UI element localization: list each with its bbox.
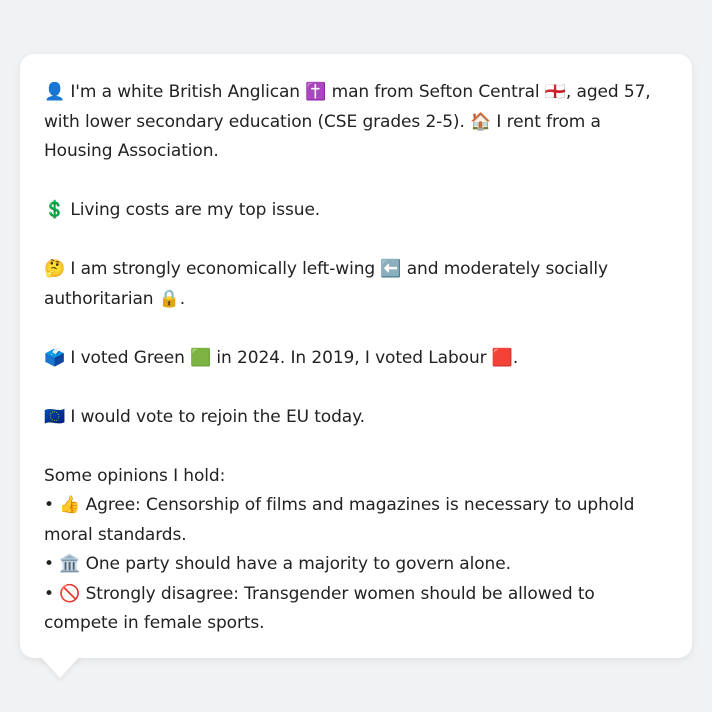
top-issue-text: 💲 Living costs are my top issue.: [44, 200, 321, 220]
bubble-tail: [40, 656, 80, 678]
ideology-text: 🤔 I am strongly economically left-wing ⬅…: [44, 259, 609, 309]
votes-text: 🗳️ I voted Green 🟩 in 2024. In 2019, I v…: [44, 347, 519, 368]
opinion-item: • 🏛️ One party should have a majority to…: [44, 554, 511, 574]
opinions-heading: Some opinions I hold:: [44, 465, 226, 486]
opinion-item: • 🚫 Strongly disagree: Transgender women…: [44, 583, 595, 634]
eu-text: 🇪🇺 I would vote to rejoin the EU today.: [44, 406, 365, 427]
intro-text: 👤 I'm a white British Anglican ✝️ man fr…: [44, 82, 651, 161]
profile-message-bubble: 👤 I'm a white British Anglican ✝️ man fr…: [20, 54, 692, 658]
opinion-item: • 👍 Agree: Censorship of films and magaz…: [44, 495, 635, 545]
